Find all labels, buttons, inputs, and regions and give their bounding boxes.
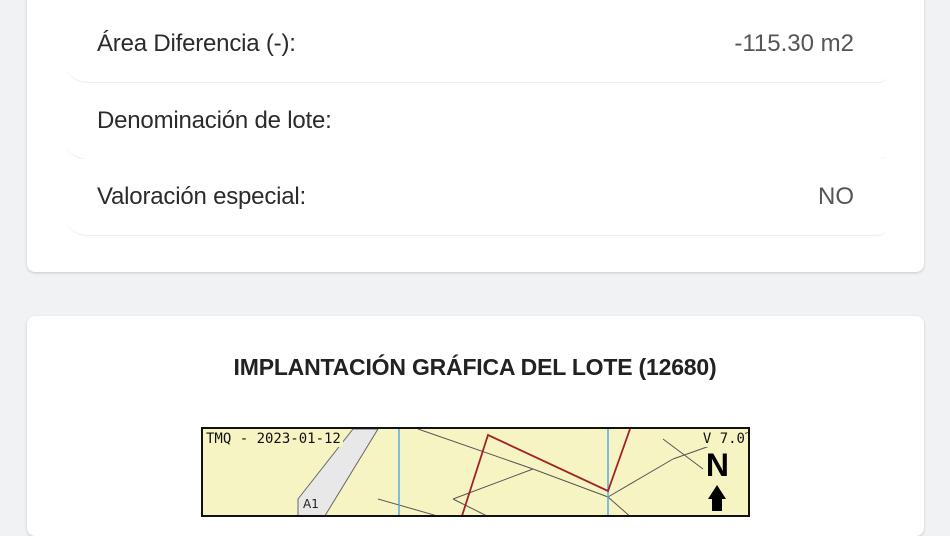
detail-label: Área Diferencia (-): — [97, 30, 296, 57]
north-label: N — [705, 447, 729, 483]
map-lot-label: A1 — [303, 497, 319, 511]
north-arrow-stem — [712, 497, 722, 511]
lot-map-image[interactable]: TMQ - 2023-01-12 V 7.0 N A1 — [201, 427, 750, 517]
map-date-stamp: TMQ - 2023-01-12 — [206, 431, 343, 447]
detail-value: NO — [818, 183, 854, 210]
detail-label: Valoración especial: — [97, 183, 307, 210]
detail-row-denominacion-lote: Denominación de lote: — [62, 83, 888, 159]
detail-row-valoracion-especial: Valoración especial: NO — [62, 159, 888, 235]
detail-value: -115.30 m2 — [734, 30, 854, 57]
detail-row-area-diferencia: Área Diferencia (-): -115.30 m2 — [62, 6, 888, 82]
detail-label: Denominación de lote: — [97, 107, 332, 134]
map-version-label: V 7.0 — [702, 431, 745, 447]
section-title: IMPLANTACIÓN GRÁFICA DEL LOTE (12680) — [233, 354, 717, 380]
